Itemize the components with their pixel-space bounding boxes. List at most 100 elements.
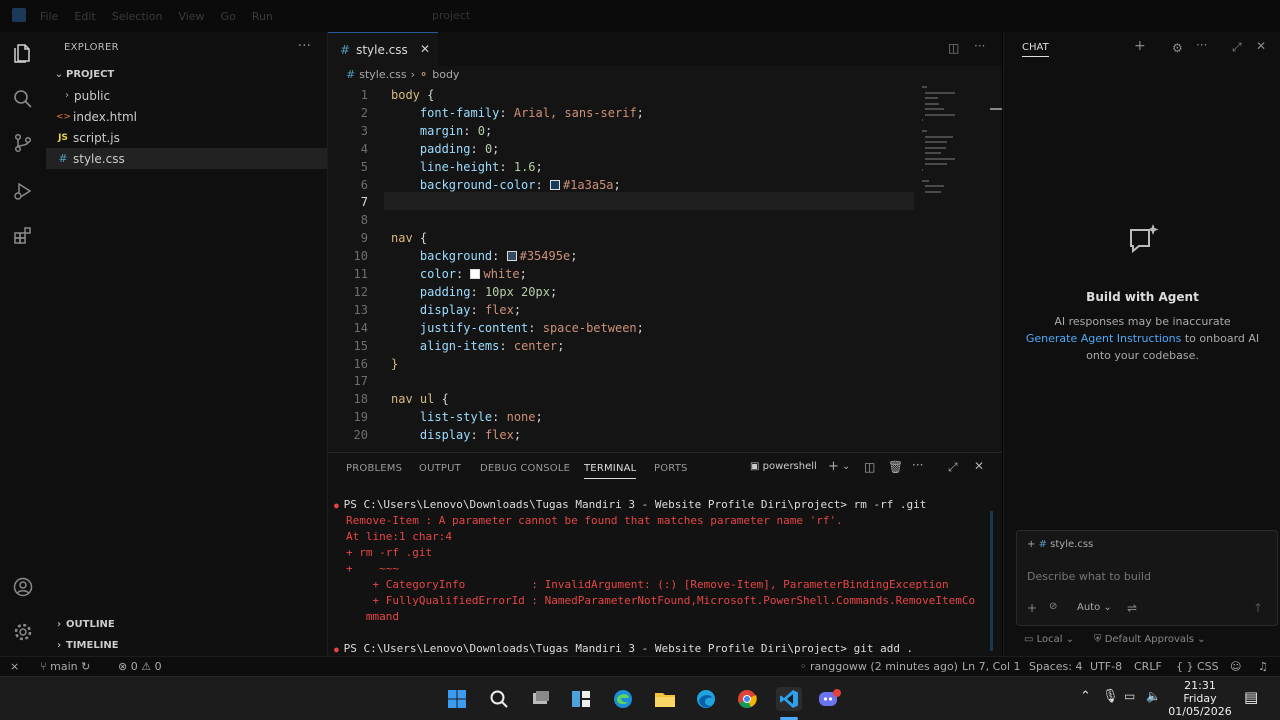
vscode-taskbar-icon[interactable] bbox=[776, 687, 802, 711]
minimap[interactable] bbox=[922, 86, 955, 206]
code-line[interactable]: 9 nav { bbox=[328, 229, 1002, 247]
gear-icon[interactable]: ⚙ bbox=[1172, 41, 1183, 55]
maximize-icon[interactable]: ⤢ bbox=[1232, 40, 1242, 55]
code-line[interactable]: 6 background-color: #1a3a5a; bbox=[328, 176, 1002, 194]
notifications-icon[interactable]: ♫ bbox=[1258, 660, 1268, 673]
tree-item-public[interactable]: › public bbox=[46, 85, 327, 106]
problems-indicator[interactable]: ⊗ 0 ⚠ 0 bbox=[118, 660, 162, 673]
tray-overflow-icon[interactable]: ⌃ bbox=[1080, 689, 1091, 704]
menu-go[interactable]: Go bbox=[221, 10, 236, 23]
tab-debug-console[interactable]: DEBUG CONSOLE bbox=[480, 463, 570, 474]
code-line[interactable]: 18 nav ul { bbox=[328, 390, 1002, 408]
branch-indicator[interactable]: ⑂ main ↻ bbox=[40, 660, 90, 673]
project-root-folder[interactable]: ⌄ PROJECT bbox=[46, 64, 327, 85]
code-line[interactable]: 2 font-family: Arial, sans-serif; bbox=[328, 104, 1002, 122]
chrome-browser-icon[interactable] bbox=[734, 687, 760, 711]
outline-section[interactable]: › OUTLINE bbox=[46, 614, 327, 635]
code-line[interactable]: 20 display: flex; bbox=[328, 426, 1002, 444]
source-control-icon[interactable] bbox=[10, 130, 36, 156]
context-chip[interactable]: + # style.css bbox=[1027, 539, 1093, 550]
code-line[interactable]: 17 bbox=[328, 372, 1002, 390]
menu-edit[interactable]: Edit bbox=[74, 10, 95, 23]
account-icon[interactable] bbox=[10, 574, 36, 600]
chat-more-icon[interactable]: ··· bbox=[1196, 38, 1207, 52]
code-line[interactable]: 4 padding: 0; bbox=[328, 140, 1002, 158]
color-swatch[interactable] bbox=[549, 179, 560, 190]
widgets-icon[interactable] bbox=[568, 687, 594, 711]
code-line[interactable]: 14 justify-content: space-between; bbox=[328, 319, 1002, 337]
search-icon[interactable] bbox=[10, 86, 36, 112]
encoding[interactable]: UTF-8 bbox=[1090, 660, 1122, 673]
windows-start-icon[interactable] bbox=[444, 687, 470, 711]
git-blame[interactable]: ◦ ranggoww (2 minutes ago) bbox=[800, 660, 958, 673]
battery-icon[interactable]: ▭ bbox=[1124, 689, 1135, 703]
close-icon[interactable]: ✕ bbox=[420, 42, 430, 56]
new-terminal-icon[interactable]: + bbox=[828, 459, 839, 474]
remote-icon[interactable]: ⨯ bbox=[10, 660, 19, 673]
split-terminal-icon[interactable]: ◫ bbox=[864, 460, 875, 474]
tab-output[interactable]: OUTPUT bbox=[419, 463, 461, 474]
volume-icon[interactable]: 🔈 bbox=[1146, 689, 1161, 703]
approvals-selector[interactable]: ⛨ Default Approvals ⌄ bbox=[1094, 634, 1206, 645]
line-ending[interactable]: CRLF bbox=[1134, 660, 1162, 673]
explorer-more-icon[interactable]: ··· bbox=[298, 38, 311, 54]
panel-more-icon[interactable]: ··· bbox=[912, 458, 923, 472]
tree-item-script-js[interactable]: JS script.js bbox=[46, 127, 327, 148]
settings-gear-icon[interactable] bbox=[10, 619, 36, 645]
breadcrumb-symbol[interactable]: body bbox=[432, 68, 459, 81]
code-line[interactable]: 19 list-style: none; bbox=[328, 408, 1002, 426]
attach-icon[interactable]: ⊘ bbox=[1049, 601, 1057, 612]
microphone-icon[interactable]: 🎙 bbox=[1102, 689, 1119, 704]
tools-icon[interactable]: ⇌ bbox=[1127, 601, 1137, 615]
terminal-shell-selector[interactable]: ▣ powershell bbox=[750, 461, 817, 472]
tab-ports[interactable]: PORTS bbox=[654, 463, 688, 474]
close-icon[interactable]: ✕ bbox=[974, 459, 984, 473]
tab-style-css[interactable]: # style.css ✕ bbox=[328, 32, 438, 66]
split-editor-icon[interactable]: ◫ bbox=[948, 41, 959, 55]
maximize-panel-icon[interactable]: ⤢ bbox=[948, 460, 958, 475]
code-line[interactable]: 1 body { bbox=[328, 86, 1002, 104]
timeline-section[interactable]: › TIMELINE bbox=[46, 635, 327, 656]
send-icon[interactable]: ↑ bbox=[1253, 601, 1263, 615]
menu-view[interactable]: View bbox=[178, 10, 204, 23]
code-line[interactable]: 11 color: white; bbox=[328, 265, 1002, 283]
menu-run[interactable]: Run bbox=[252, 10, 273, 23]
language-mode[interactable]: { } CSS bbox=[1176, 660, 1219, 673]
code-line[interactable]: 12 padding: 10px 20px; bbox=[328, 283, 1002, 301]
tab-terminal[interactable]: TERMINAL bbox=[584, 463, 637, 479]
menu-file[interactable]: File bbox=[40, 10, 58, 23]
copilot-icon[interactable]: ☺ bbox=[1230, 660, 1241, 673]
indentation[interactable]: Spaces: 4 bbox=[1029, 660, 1082, 673]
file-explorer-icon[interactable] bbox=[652, 687, 678, 711]
edge-app-icon[interactable] bbox=[693, 687, 719, 711]
tree-item-style-css[interactable]: # style.css bbox=[46, 148, 327, 169]
edge-browser-icon[interactable] bbox=[610, 687, 636, 711]
chevron-down-icon[interactable]: ⌄ bbox=[842, 461, 850, 472]
terminal-scrollbar[interactable] bbox=[990, 511, 993, 651]
color-swatch[interactable] bbox=[506, 251, 517, 262]
code-line[interactable]: 16} bbox=[328, 355, 1002, 373]
close-icon[interactable]: ✕ bbox=[1256, 39, 1266, 53]
extensions-icon[interactable] bbox=[10, 222, 36, 248]
code-line[interactable]: 8 bbox=[328, 211, 1002, 229]
notification-center-icon[interactable]: ▤ bbox=[1244, 688, 1258, 706]
generate-instructions-link[interactable]: Generate Agent Instructions bbox=[1026, 332, 1182, 345]
cursor-position[interactable]: Ln 7, Col 1 bbox=[962, 660, 1021, 673]
clock[interactable]: 21:31 Friday 01/05/2026 bbox=[1168, 679, 1232, 718]
tab-problems[interactable]: PROBLEMS bbox=[346, 463, 402, 474]
taskbar-search-icon[interactable] bbox=[486, 687, 512, 711]
code-line[interactable]: 3 margin: 0; bbox=[328, 122, 1002, 140]
explorer-icon[interactable] bbox=[10, 40, 36, 66]
local-selector[interactable]: ▭ Local ⌄ bbox=[1024, 634, 1074, 645]
trash-icon[interactable]: 🗑 bbox=[888, 460, 903, 474]
color-swatch[interactable] bbox=[470, 269, 481, 279]
run-debug-icon[interactable] bbox=[10, 178, 36, 204]
code-line[interactable]: 10 background: #35495e; bbox=[328, 247, 1002, 265]
breadcrumb-file[interactable]: style.css bbox=[359, 68, 406, 81]
editor-more-icon[interactable]: ··· bbox=[974, 39, 985, 53]
menu-selection[interactable]: Selection bbox=[112, 10, 163, 23]
add-icon[interactable]: + bbox=[1027, 601, 1037, 615]
code-line[interactable]: 15 align-items: center; bbox=[328, 337, 1002, 355]
discord-icon[interactable] bbox=[816, 687, 842, 711]
code-line[interactable]: 5 line-height: 1.6; bbox=[328, 158, 1002, 176]
